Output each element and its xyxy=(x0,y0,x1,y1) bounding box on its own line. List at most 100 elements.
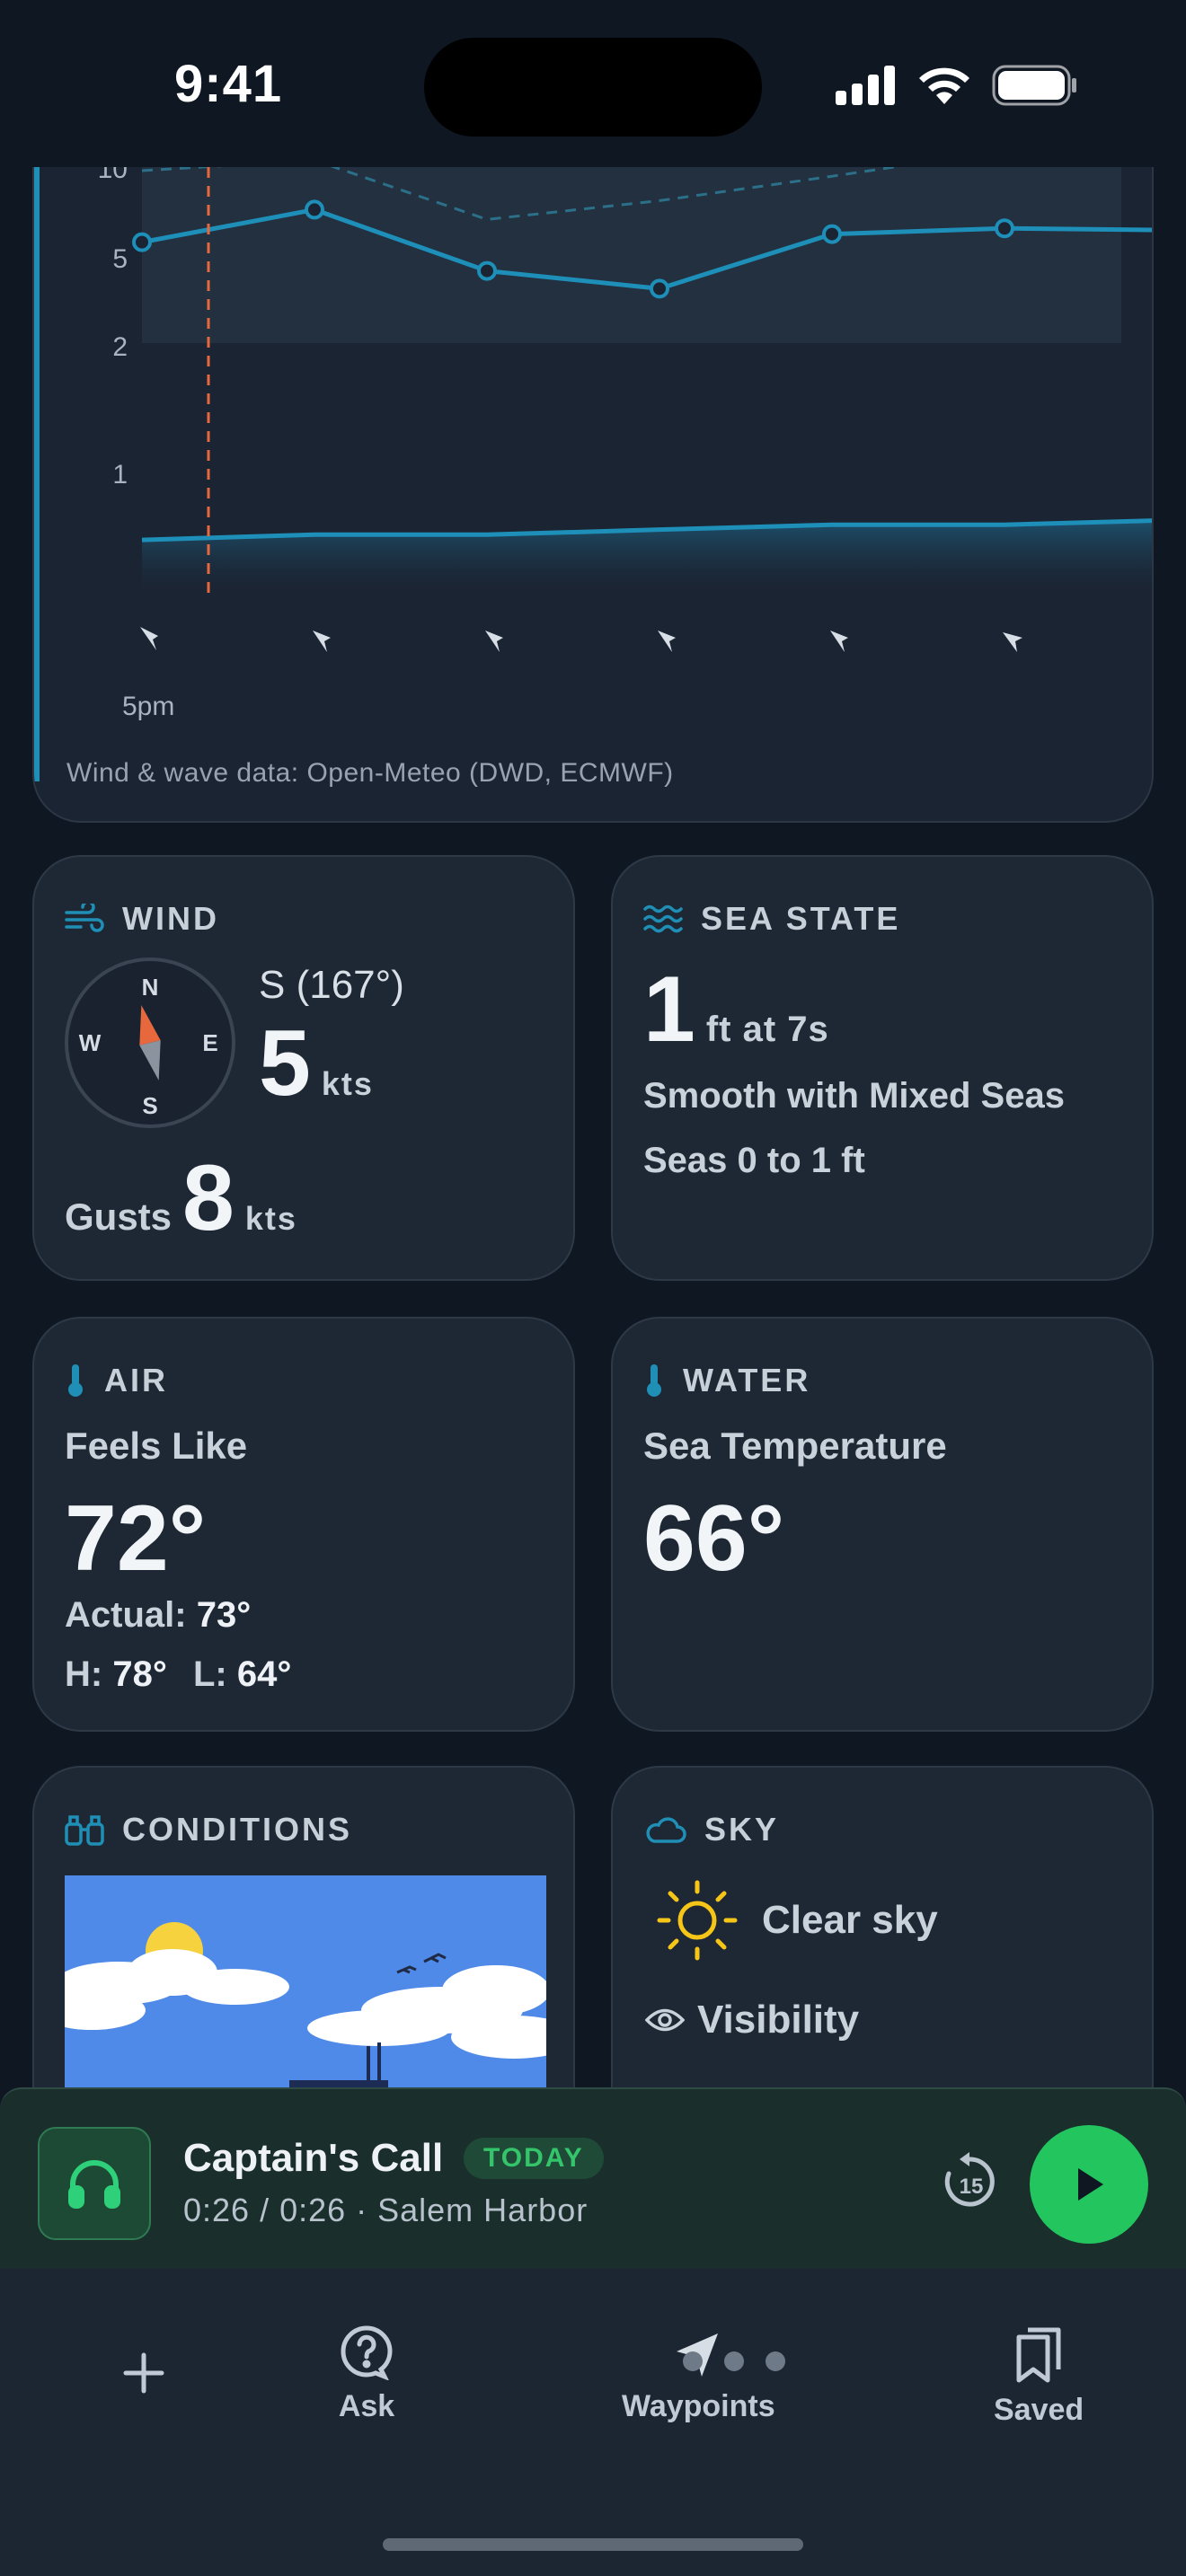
high-low-row: H: 78° L: 64° xyxy=(65,1654,291,1695)
wind-arrow-icon xyxy=(313,631,331,652)
conditions-card-header: CONDITIONS xyxy=(65,1811,352,1848)
dynamic-island xyxy=(424,38,762,137)
y-tick-2: 2 xyxy=(112,332,128,362)
high-temp: 78° xyxy=(112,1654,167,1694)
signal-icon xyxy=(836,66,895,105)
wind-speed-point xyxy=(132,232,152,252)
tab-bar: Ask Waypoints Saved xyxy=(0,2269,1186,2576)
replay-15-icon[interactable]: 15 xyxy=(938,2150,1001,2213)
wind-arrow-icon xyxy=(830,631,848,652)
compass-icon: N E S W xyxy=(65,957,235,1128)
tab-waypoints[interactable]: Waypoints xyxy=(622,2330,775,2424)
sea-card-header: SEA STATE xyxy=(643,900,900,938)
feels-like-label: Feels Like xyxy=(65,1425,248,1467)
sky-card-header: SKY xyxy=(643,1811,779,1848)
tab-waypoints-label: Waypoints xyxy=(622,2389,775,2423)
y-tick-5: 5 xyxy=(112,244,128,274)
sea-height: 1 ft at 7s xyxy=(643,963,829,1056)
wind-speed-value: 5 xyxy=(259,1011,311,1116)
home-indicator xyxy=(383,2538,803,2551)
audio-player[interactable]: Captain's Call TODAY 0:26 / 0:26 · Salem… xyxy=(0,2087,1186,2269)
tab-ask[interactable]: Ask xyxy=(338,2323,395,2424)
wind-speed-point xyxy=(477,260,497,281)
player-progress: 0:26 / 0:26 · Salem Harbor xyxy=(183,2192,589,2228)
air-card[interactable]: AIR Feels Like 72° Actual: 73° H: 78° L:… xyxy=(32,1317,575,1732)
visibility-label: Visibility xyxy=(697,1998,860,2042)
plus-icon xyxy=(123,2352,164,2394)
today-badge: TODAY xyxy=(464,2138,604,2179)
tab-saved-label: Saved xyxy=(994,2393,1084,2427)
sky-title: SKY xyxy=(704,1811,780,1848)
gusts-value: 8 xyxy=(182,1146,235,1250)
sea-temperature: 66° xyxy=(643,1486,785,1591)
page-dots xyxy=(683,2351,785,2371)
water-card-header: WATER xyxy=(643,1362,810,1399)
wind-speed-point xyxy=(995,218,1014,239)
thermometer-icon xyxy=(647,1364,661,1397)
page-dot xyxy=(683,2351,703,2371)
sky-condition-row: Clear sky xyxy=(654,1877,938,1963)
low-label: L: xyxy=(192,1654,227,1694)
page-dot xyxy=(766,2351,785,2371)
conditions-title: CONDITIONS xyxy=(122,1811,353,1848)
tab-saved[interactable]: Saved xyxy=(994,2323,1084,2428)
question-icon xyxy=(341,2325,393,2380)
y-tick-1: 1 xyxy=(112,460,128,490)
wind-card-header: WIND xyxy=(65,900,219,938)
water-card[interactable]: WATER Sea Temperature 66° xyxy=(611,1317,1154,1732)
sky-condition: Clear sky xyxy=(762,1898,938,1942)
sea-title: SEA STATE xyxy=(701,900,901,937)
page-dot xyxy=(724,2351,744,2371)
bookmarks-icon xyxy=(1016,2327,1061,2383)
status-icons xyxy=(836,65,1078,106)
visibility-row: Visibility xyxy=(645,1998,859,2042)
water-title: WATER xyxy=(683,1362,811,1398)
actual-label: Actual: xyxy=(65,1595,187,1635)
wind-speed-point xyxy=(650,278,669,299)
tab-add[interactable] xyxy=(117,2346,171,2409)
sun-icon xyxy=(657,1880,738,1961)
tab-ask-label: Ask xyxy=(338,2389,395,2423)
low-temp: 64° xyxy=(236,1654,292,1694)
compass-e: E xyxy=(202,1029,217,1056)
replay-seconds: 15 xyxy=(960,2175,984,2199)
battery-icon xyxy=(992,65,1076,106)
compass-n: N xyxy=(142,974,159,1001)
actual-temp-row: Actual: 73° xyxy=(65,1595,251,1636)
air-title: AIR xyxy=(104,1362,168,1398)
sea-description: Smooth with Mixed Seas xyxy=(643,1076,1065,1116)
gusts-label: Gusts xyxy=(65,1195,173,1238)
wind-speed-point xyxy=(822,224,842,244)
x-tick-label: 5pm xyxy=(122,692,174,721)
forecast-chart-card: 10 5 2 1 5pm Wind & wave data: Open-Mete… xyxy=(32,117,1154,823)
sea-state-card[interactable]: SEA STATE 1 ft at 7s Smooth with Mixed S… xyxy=(611,855,1154,1281)
wind-speed-unit: kts xyxy=(321,1065,374,1102)
wind-arrow-icon xyxy=(485,631,503,652)
wind-arrow-row xyxy=(140,627,1022,652)
feels-like-temp: 72° xyxy=(65,1486,207,1591)
wind-arrow-icon xyxy=(1003,632,1022,652)
chart-credit: Wind & wave data: Open-Meteo (DWD, ECMWF… xyxy=(66,758,674,788)
sea-height-value: 1 xyxy=(643,957,695,1062)
player-title: Captain's Call xyxy=(183,2136,444,2180)
wind-direction: S (167°) xyxy=(259,963,404,1007)
wind-card[interactable]: WIND N E S W S (167°) 5 kts Gusts 8 kts xyxy=(32,855,575,1281)
compass-s: S xyxy=(142,1092,157,1119)
play-button[interactable] xyxy=(1030,2125,1148,2244)
forecast-chart: 10 5 2 1 5pm xyxy=(98,117,1152,721)
binoculars-icon xyxy=(65,1815,104,1846)
waves-icon xyxy=(643,904,683,933)
status-time: 9:41 xyxy=(174,55,283,113)
wind-arrow-icon xyxy=(140,627,158,650)
wind-title: WIND xyxy=(122,900,219,937)
gusts-unit: kts xyxy=(244,1200,297,1237)
wind-icon xyxy=(65,904,104,932)
wind-gusts: Gusts 8 kts xyxy=(65,1151,297,1245)
wind-speed-point xyxy=(305,199,324,220)
sea-temperature-label: Sea Temperature xyxy=(643,1425,947,1467)
status-bar: 9:41 xyxy=(0,0,1186,167)
sea-range: Seas 0 to 1 ft xyxy=(643,1141,865,1180)
wifi-icon xyxy=(919,67,969,104)
wind-arrow-icon xyxy=(658,631,676,652)
actual-temp: 73° xyxy=(196,1595,252,1635)
